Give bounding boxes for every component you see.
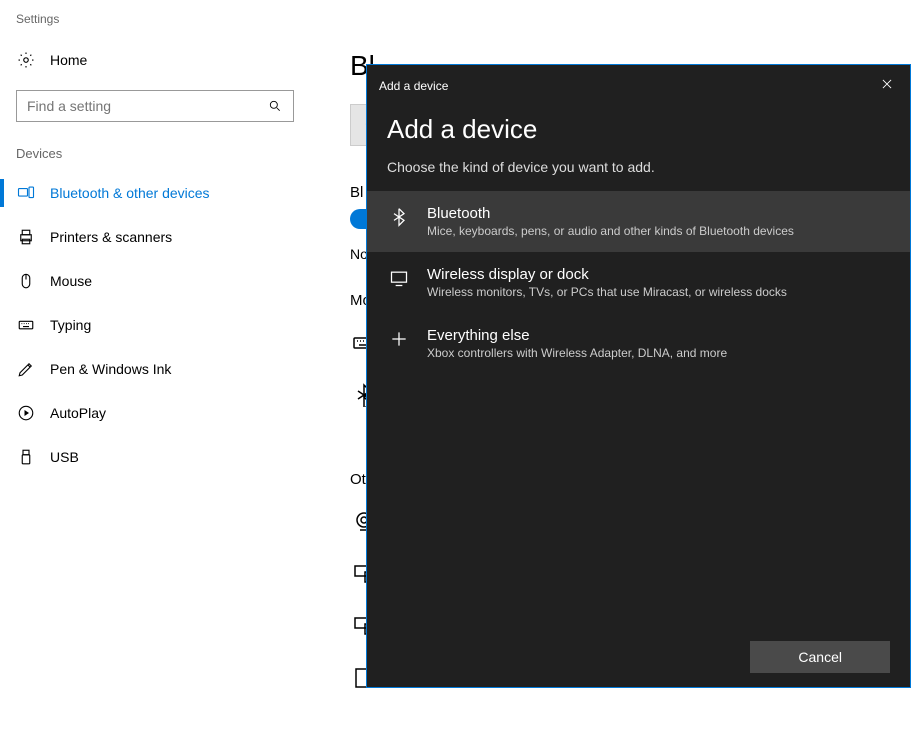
monitor-icon [387,266,411,290]
add-device-dialog: Add a device Add a device Choose the kin… [367,65,910,687]
sidebar-item-label: USB [50,449,79,465]
sidebar-item-label: AutoPlay [50,405,106,421]
dialog-heading: Add a device [387,114,890,145]
sidebar-item-mouse[interactable]: Mouse [0,259,310,303]
home-label: Home [50,52,87,68]
dialog-titlebar-text: Add a device [379,79,448,93]
sidebar-item-bluetooth[interactable]: Bluetooth & other devices [0,171,310,215]
pen-icon [16,359,36,379]
option-title: Bluetooth [427,205,794,222]
option-desc: Wireless monitors, TVs, or PCs that use … [427,285,787,299]
option-title: Everything else [427,327,727,344]
home-nav[interactable]: Home [0,40,310,80]
sidebar-item-printers[interactable]: Printers & scanners [0,215,310,259]
option-title: Wireless display or dock [427,266,787,283]
bluetooth-icon [387,205,411,229]
sidebar-section-label: Devices [0,146,310,171]
option-bluetooth[interactable]: Bluetooth Mice, keyboards, pens, or audi… [367,191,910,252]
app-title: Settings [0,0,923,26]
sidebar-item-label: Bluetooth & other devices [50,185,210,201]
dialog-titlebar: Add a device [367,65,910,106]
autoplay-icon [16,403,36,423]
search-icon [267,98,283,114]
keyboard-icon [16,315,36,335]
mouse-icon [16,271,36,291]
option-everything-else[interactable]: Everything else Xbox controllers with Wi… [367,313,910,374]
plus-icon [387,327,411,351]
sidebar-item-usb[interactable]: USB [0,435,310,479]
sidebar-item-pen[interactable]: Pen & Windows Ink [0,347,310,391]
devices-icon [16,183,36,203]
sidebar-item-typing[interactable]: Typing [0,303,310,347]
close-button[interactable] [876,73,898,98]
sidebar-item-label: Printers & scanners [50,229,172,245]
usb-icon [16,447,36,467]
sidebar-item-label: Pen & Windows Ink [50,361,171,377]
dialog-subheading: Choose the kind of device you want to ad… [387,159,890,175]
printer-icon [16,227,36,247]
cancel-button[interactable]: Cancel [750,641,890,673]
search-input[interactable] [27,98,267,114]
close-icon [880,77,894,91]
sidebar: Home Devices Bluetooth & other devices P… [0,40,310,479]
sidebar-item-label: Typing [50,317,91,333]
sidebar-item-autoplay[interactable]: AutoPlay [0,391,310,435]
gear-icon [16,50,36,70]
option-desc: Xbox controllers with Wireless Adapter, … [427,346,727,360]
option-desc: Mice, keyboards, pens, or audio and othe… [427,224,794,238]
search-box[interactable] [16,90,294,122]
option-wireless-display[interactable]: Wireless display or dock Wireless monito… [367,252,910,313]
sidebar-item-label: Mouse [50,273,92,289]
